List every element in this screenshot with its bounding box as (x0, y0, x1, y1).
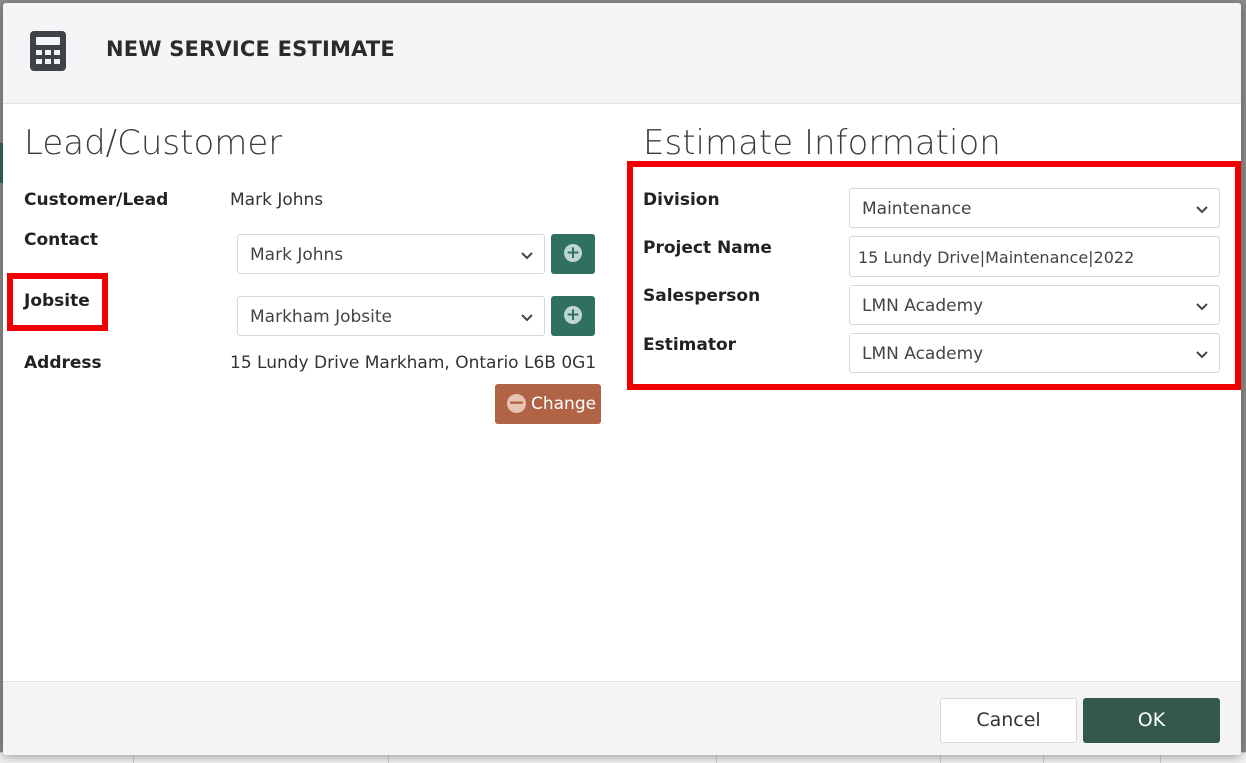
dialog-footer: Cancel OK (3, 681, 1241, 755)
ok-button[interactable]: OK (1083, 698, 1220, 743)
address-label: Address (24, 353, 102, 373)
address-value: 15 Lundy Drive Markham, Ontario L6B 0G1 (230, 353, 597, 373)
dialog-header: NEW SERVICE ESTIMATE (3, 3, 1241, 104)
calculator-icon (30, 31, 66, 71)
plus-icon: + (564, 243, 582, 263)
dialog-title: NEW SERVICE ESTIMATE (106, 37, 395, 61)
jobsite-highlight-box (7, 273, 108, 331)
customer-lead-label: Customer/Lead (24, 190, 169, 210)
estimate-information-heading: Estimate Information (643, 123, 1001, 163)
jobsite-selected-value: Markham Jobsite (250, 307, 392, 327)
chevron-down-icon (521, 252, 533, 260)
change-address-button[interactable]: − Change (495, 384, 601, 424)
contact-selected-value: Mark Johns (250, 245, 344, 265)
lead-customer-heading: Lead/Customer (24, 123, 283, 163)
add-jobsite-button[interactable]: + (551, 296, 595, 336)
cancel-button[interactable]: Cancel (940, 698, 1077, 743)
change-button-label: Change (531, 394, 597, 414)
customer-lead-value: Mark Johns (230, 190, 324, 210)
plus-icon: + (564, 305, 582, 325)
new-service-estimate-dialog: NEW SERVICE ESTIMATE Lead/Customer Custo… (3, 3, 1241, 755)
add-contact-button[interactable]: + (551, 234, 595, 274)
minus-circle-icon: − (507, 390, 526, 414)
jobsite-select[interactable]: Markham Jobsite (237, 296, 545, 336)
chevron-down-icon (521, 314, 533, 322)
contact-select[interactable]: Mark Johns (237, 234, 545, 274)
estimate-information-highlight-box (627, 161, 1241, 390)
contact-label: Contact (24, 230, 99, 250)
